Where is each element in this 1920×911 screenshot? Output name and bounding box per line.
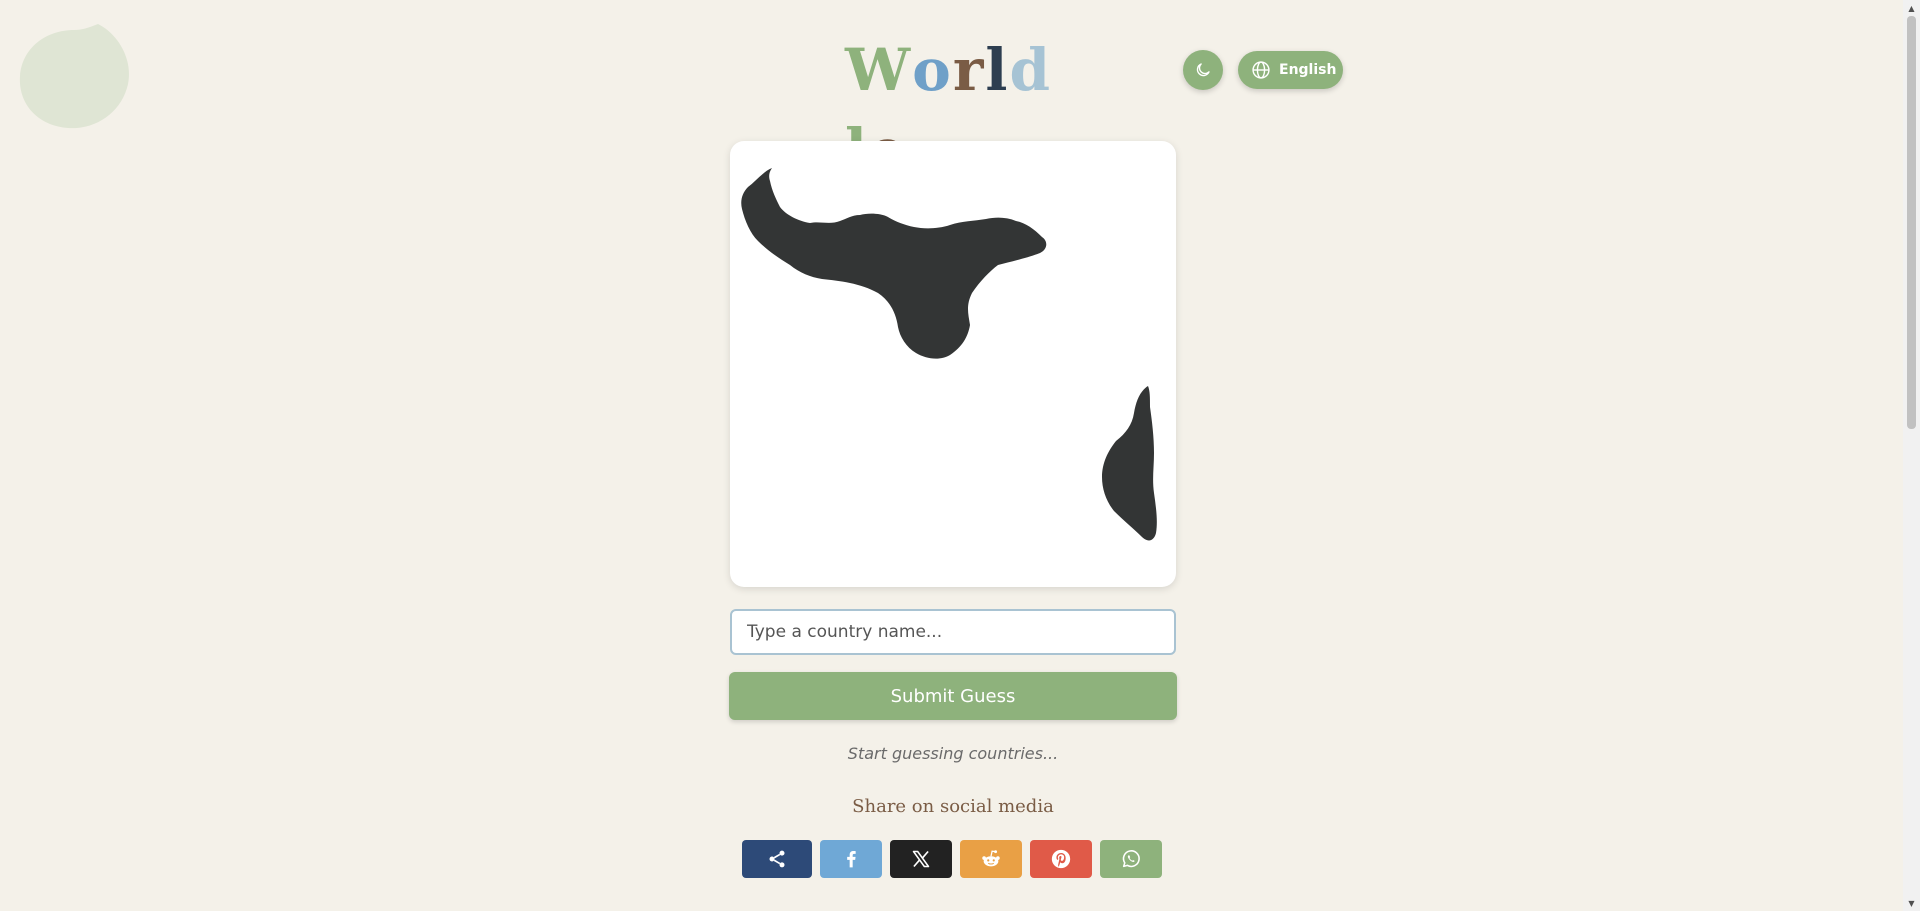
whatsapp-share-button[interactable] xyxy=(1100,840,1162,878)
pinterest-share-button[interactable] xyxy=(1030,840,1092,878)
language-label: English xyxy=(1279,62,1337,78)
reddit-icon xyxy=(982,850,1000,867)
scroll-down-arrow-icon[interactable]: ▼ xyxy=(1903,895,1920,911)
logo-letter: r xyxy=(952,36,986,104)
theme-toggle-button[interactable] xyxy=(1183,50,1223,90)
guess-status-text: Start guessing countries... xyxy=(847,744,1059,763)
globe-icon xyxy=(1252,61,1270,79)
submit-guess-button[interactable]: Submit Guess xyxy=(729,672,1177,720)
scroll-up-arrow-icon[interactable]: ▲ xyxy=(1903,0,1920,16)
logo-letter: W xyxy=(845,36,913,104)
x-icon xyxy=(912,850,930,868)
x-share-button[interactable] xyxy=(890,840,952,878)
facebook-icon xyxy=(847,851,856,868)
reddit-share-button[interactable] xyxy=(960,840,1022,878)
logo-letter: l xyxy=(985,36,1010,104)
pinterest-icon xyxy=(1051,849,1071,869)
country-shape-map xyxy=(741,168,1157,541)
logo-letter: o xyxy=(912,36,953,104)
facebook-share-button[interactable] xyxy=(820,840,882,878)
scrollbar-thumb[interactable] xyxy=(1907,16,1916,429)
logo-letter: d xyxy=(1009,36,1052,104)
country-shape-main-island xyxy=(741,168,1047,359)
country-shape-east-island xyxy=(1102,386,1157,541)
whatsapp-icon xyxy=(1122,850,1140,868)
share-icon xyxy=(769,850,785,868)
page-scrollbar[interactable]: ▲ ▼ xyxy=(1903,0,1920,911)
language-selector-button[interactable]: English xyxy=(1238,51,1343,89)
country-guess-input[interactable] xyxy=(730,609,1176,655)
share-button[interactable] xyxy=(742,840,812,878)
share-title: Share on social media xyxy=(852,796,1054,817)
decorative-blob xyxy=(19,24,129,129)
moon-icon xyxy=(1196,63,1210,77)
country-shape-card xyxy=(730,141,1176,587)
